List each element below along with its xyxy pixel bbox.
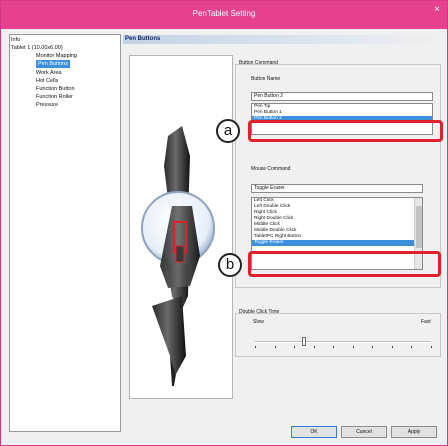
double-click-groupbox [235, 313, 441, 357]
highlight-box-b [248, 251, 441, 277]
button-name-dropdown[interactable]: Pen Button 2 [251, 92, 433, 101]
pen-illustration [129, 55, 233, 399]
button-name-value: Pen Button 2 [254, 93, 283, 99]
slider-tick [314, 346, 315, 348]
slider-tick [392, 346, 393, 348]
slider-tick [353, 346, 354, 348]
apply-button[interactable]: Apply [391, 426, 437, 438]
slider-fast-label: Fast [421, 319, 431, 325]
mouse-command-dropdown[interactable]: Toggle Eraser [251, 184, 423, 193]
highlight-box-a [248, 120, 443, 142]
title-bar: PenTablet Setting × [1, 1, 447, 29]
slider-tick [372, 346, 373, 348]
cancel-button[interactable]: Cancel [341, 426, 387, 438]
window-title: PenTablet Setting [192, 9, 256, 18]
mouse-command-label: Mouse Command [251, 166, 291, 172]
pen-drawing [141, 126, 215, 386]
button-name-label: Button Name [251, 76, 281, 82]
double-click-slider-thumb[interactable] [302, 337, 306, 346]
ok-button[interactable]: OK [291, 426, 337, 438]
slider-tick [333, 346, 334, 348]
scrollbar-thumb[interactable] [416, 206, 422, 248]
tree-item-monitor-mapping[interactable]: Monitor Mapping [36, 52, 77, 60]
callout-a: a [216, 119, 240, 143]
settings-tree[interactable]: Info Tablet 1 (10.00x6.00) Monitor Mappi… [9, 34, 121, 432]
slider-slow-label: Slow [253, 319, 264, 325]
section-title: Pen Buttons [125, 36, 161, 42]
double-click-slider-track[interactable] [255, 341, 431, 343]
tree-item-function-button[interactable]: Function Button [36, 85, 75, 93]
callout-b: b [218, 253, 242, 277]
tree-item-info[interactable]: Info [11, 36, 20, 44]
slider-tick [431, 346, 432, 348]
tree-item-pen-buttons[interactable]: Pen Buttons [36, 60, 70, 68]
tree-item-hot-cells[interactable]: Hot Cells [36, 77, 58, 85]
slider-tick [294, 346, 295, 348]
tree-item-function-roller[interactable]: Function Roller [36, 93, 73, 101]
tree-item-tablet[interactable]: Tablet 1 (10.00x6.00) [11, 44, 63, 52]
section-header-bar [123, 35, 445, 44]
close-icon[interactable]: × [429, 3, 445, 17]
pentablet-settings-window: PenTablet Setting × Info Tablet 1 (10.00… [0, 0, 448, 446]
slider-tick [255, 346, 256, 348]
tree-item-pressure[interactable]: Pressure [36, 101, 58, 109]
list-item-selected[interactable]: Toggle Eraser [252, 240, 422, 246]
tree-item-work-area[interactable]: Work Area [36, 69, 62, 77]
slider-tick [411, 346, 412, 348]
slider-tick [275, 346, 276, 348]
mouse-command-value: Toggle Eraser [254, 185, 285, 191]
